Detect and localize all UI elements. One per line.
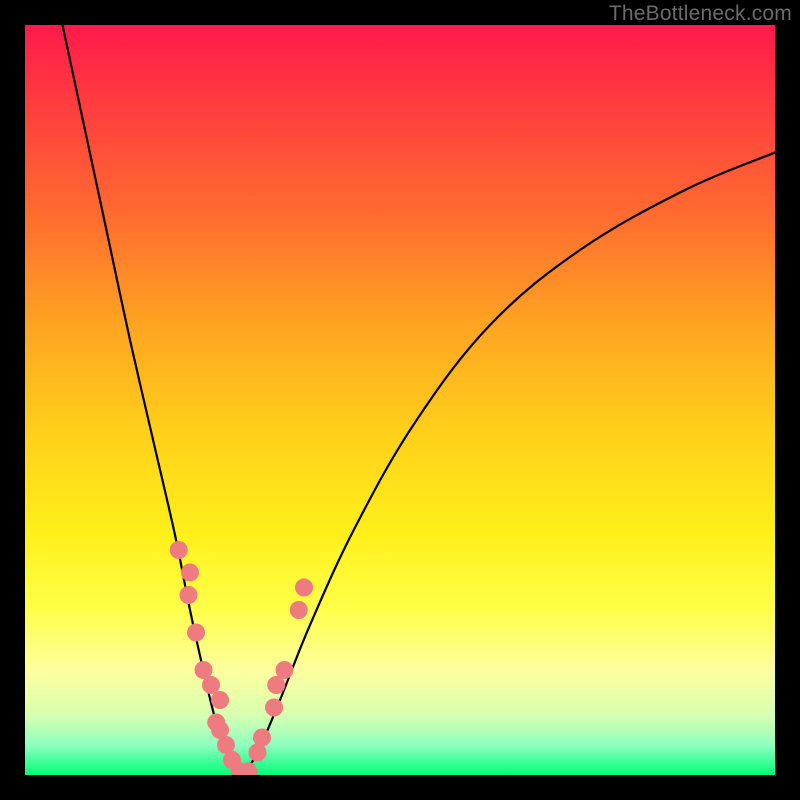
series-right-branch: [243, 153, 776, 776]
marker-point: [181, 564, 199, 582]
marker-point: [276, 661, 294, 679]
marker-point: [180, 586, 198, 604]
marker-point: [253, 729, 271, 747]
series-left-branch: [63, 25, 243, 775]
markers-group: [170, 541, 313, 775]
watermark-text: TheBottleneck.com: [609, 2, 792, 26]
chart-svg: [25, 25, 775, 775]
chart-frame: TheBottleneck.com: [0, 0, 800, 800]
plot-area: [25, 25, 775, 775]
marker-point: [290, 601, 308, 619]
curve-group: [63, 25, 776, 775]
marker-point: [295, 579, 313, 597]
marker-point: [170, 541, 188, 559]
marker-point: [265, 699, 283, 717]
marker-point: [187, 624, 205, 642]
marker-point: [202, 676, 220, 694]
marker-point: [211, 691, 229, 709]
